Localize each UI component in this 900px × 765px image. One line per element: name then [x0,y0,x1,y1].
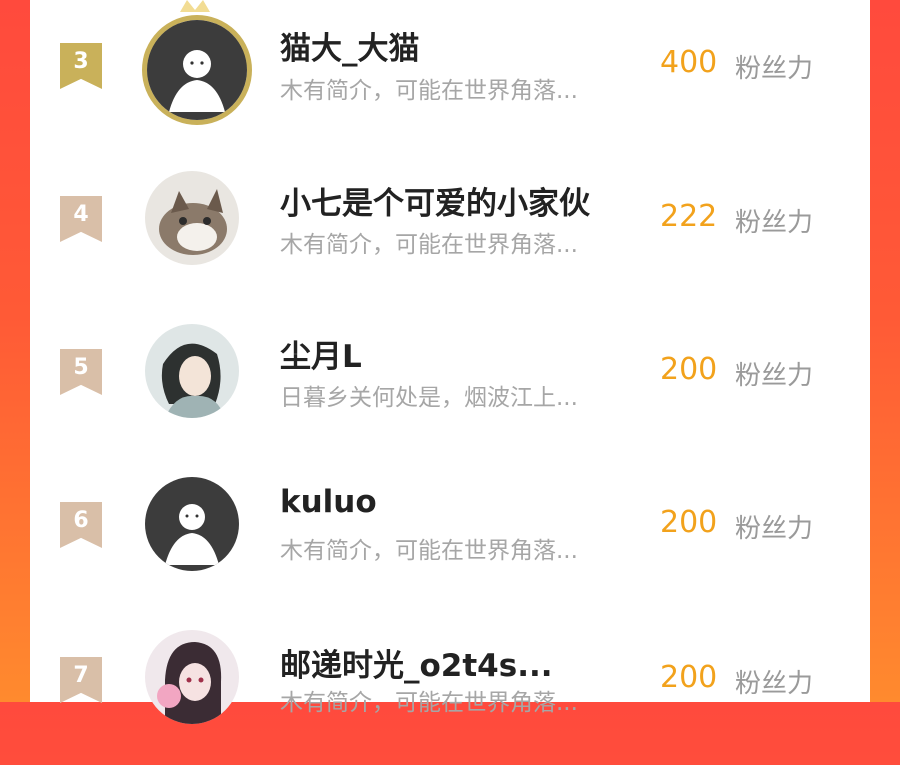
fan-power-score: 200 [660,352,718,387]
ranking-row[interactable]: 4 小七是个可爱的小家伙 木有简介，可能在世界角落... 222 粉丝力 [30,153,870,306]
fan-power-unit: 粉丝力 [735,514,814,544]
fan-power-score: 222 [660,199,718,234]
user-name[interactable]: 尘月L [280,331,362,376]
user-bio: 木有简介，可能在世界角落... [280,232,578,258]
rank-badge: 6 [60,502,102,548]
user-name[interactable]: kuluo [280,484,377,520]
fan-power-score: 200 [660,505,718,540]
ranking-row[interactable]: 7 邮递时光_o2t4s... 木有简介，可能在世界角落... 200 粉丝力 [30,612,870,765]
user-bio: 木有简介，可能在世界角落... [280,690,578,716]
rank-badge: 7 [60,657,102,703]
fan-power-unit: 粉丝力 [735,361,814,391]
fan-ranking-list: 3 猫大_大猫 木有简介，可能在世界角落... 400 粉丝力 4 小七是个可爱… [30,0,870,724]
fan-power-unit: 粉丝力 [735,54,814,84]
cat-photo-avatar[interactable] [145,171,239,265]
ranking-row[interactable]: 6 kuluo 木有简介，可能在世界角落... 200 粉丝力 [30,459,870,612]
user-name[interactable]: 猫大_大猫 [280,23,420,68]
default-avatar-icon[interactable] [142,15,252,125]
fan-power-score: 200 [660,660,718,695]
fan-power-unit: 粉丝力 [735,208,814,238]
rank-badge: 3 [60,43,102,89]
anime-girl-avatar[interactable] [145,630,239,724]
fan-power-score: 400 [660,45,718,80]
user-name[interactable]: 邮递时光_o2t4s... [280,640,553,685]
ranking-row[interactable]: 5 尘月L 日暮乡关何处是，烟波江上... 200 粉丝力 [30,306,870,459]
ranking-row[interactable]: 3 猫大_大猫 木有简介，可能在世界角落... 400 粉丝力 [30,0,870,153]
user-bio: 木有简介，可能在世界角落... [280,78,578,104]
fan-power-unit: 粉丝力 [735,669,814,699]
user-name[interactable]: 小七是个可爱的小家伙 [280,178,590,223]
rank-badge: 4 [60,196,102,242]
default-avatar-icon[interactable] [145,477,239,571]
user-bio: 木有简介，可能在世界角落... [280,538,578,564]
illustrated-character-avatar[interactable] [145,324,239,418]
rank-badge: 5 [60,349,102,395]
user-bio: 日暮乡关何处是，烟波江上... [280,385,578,411]
